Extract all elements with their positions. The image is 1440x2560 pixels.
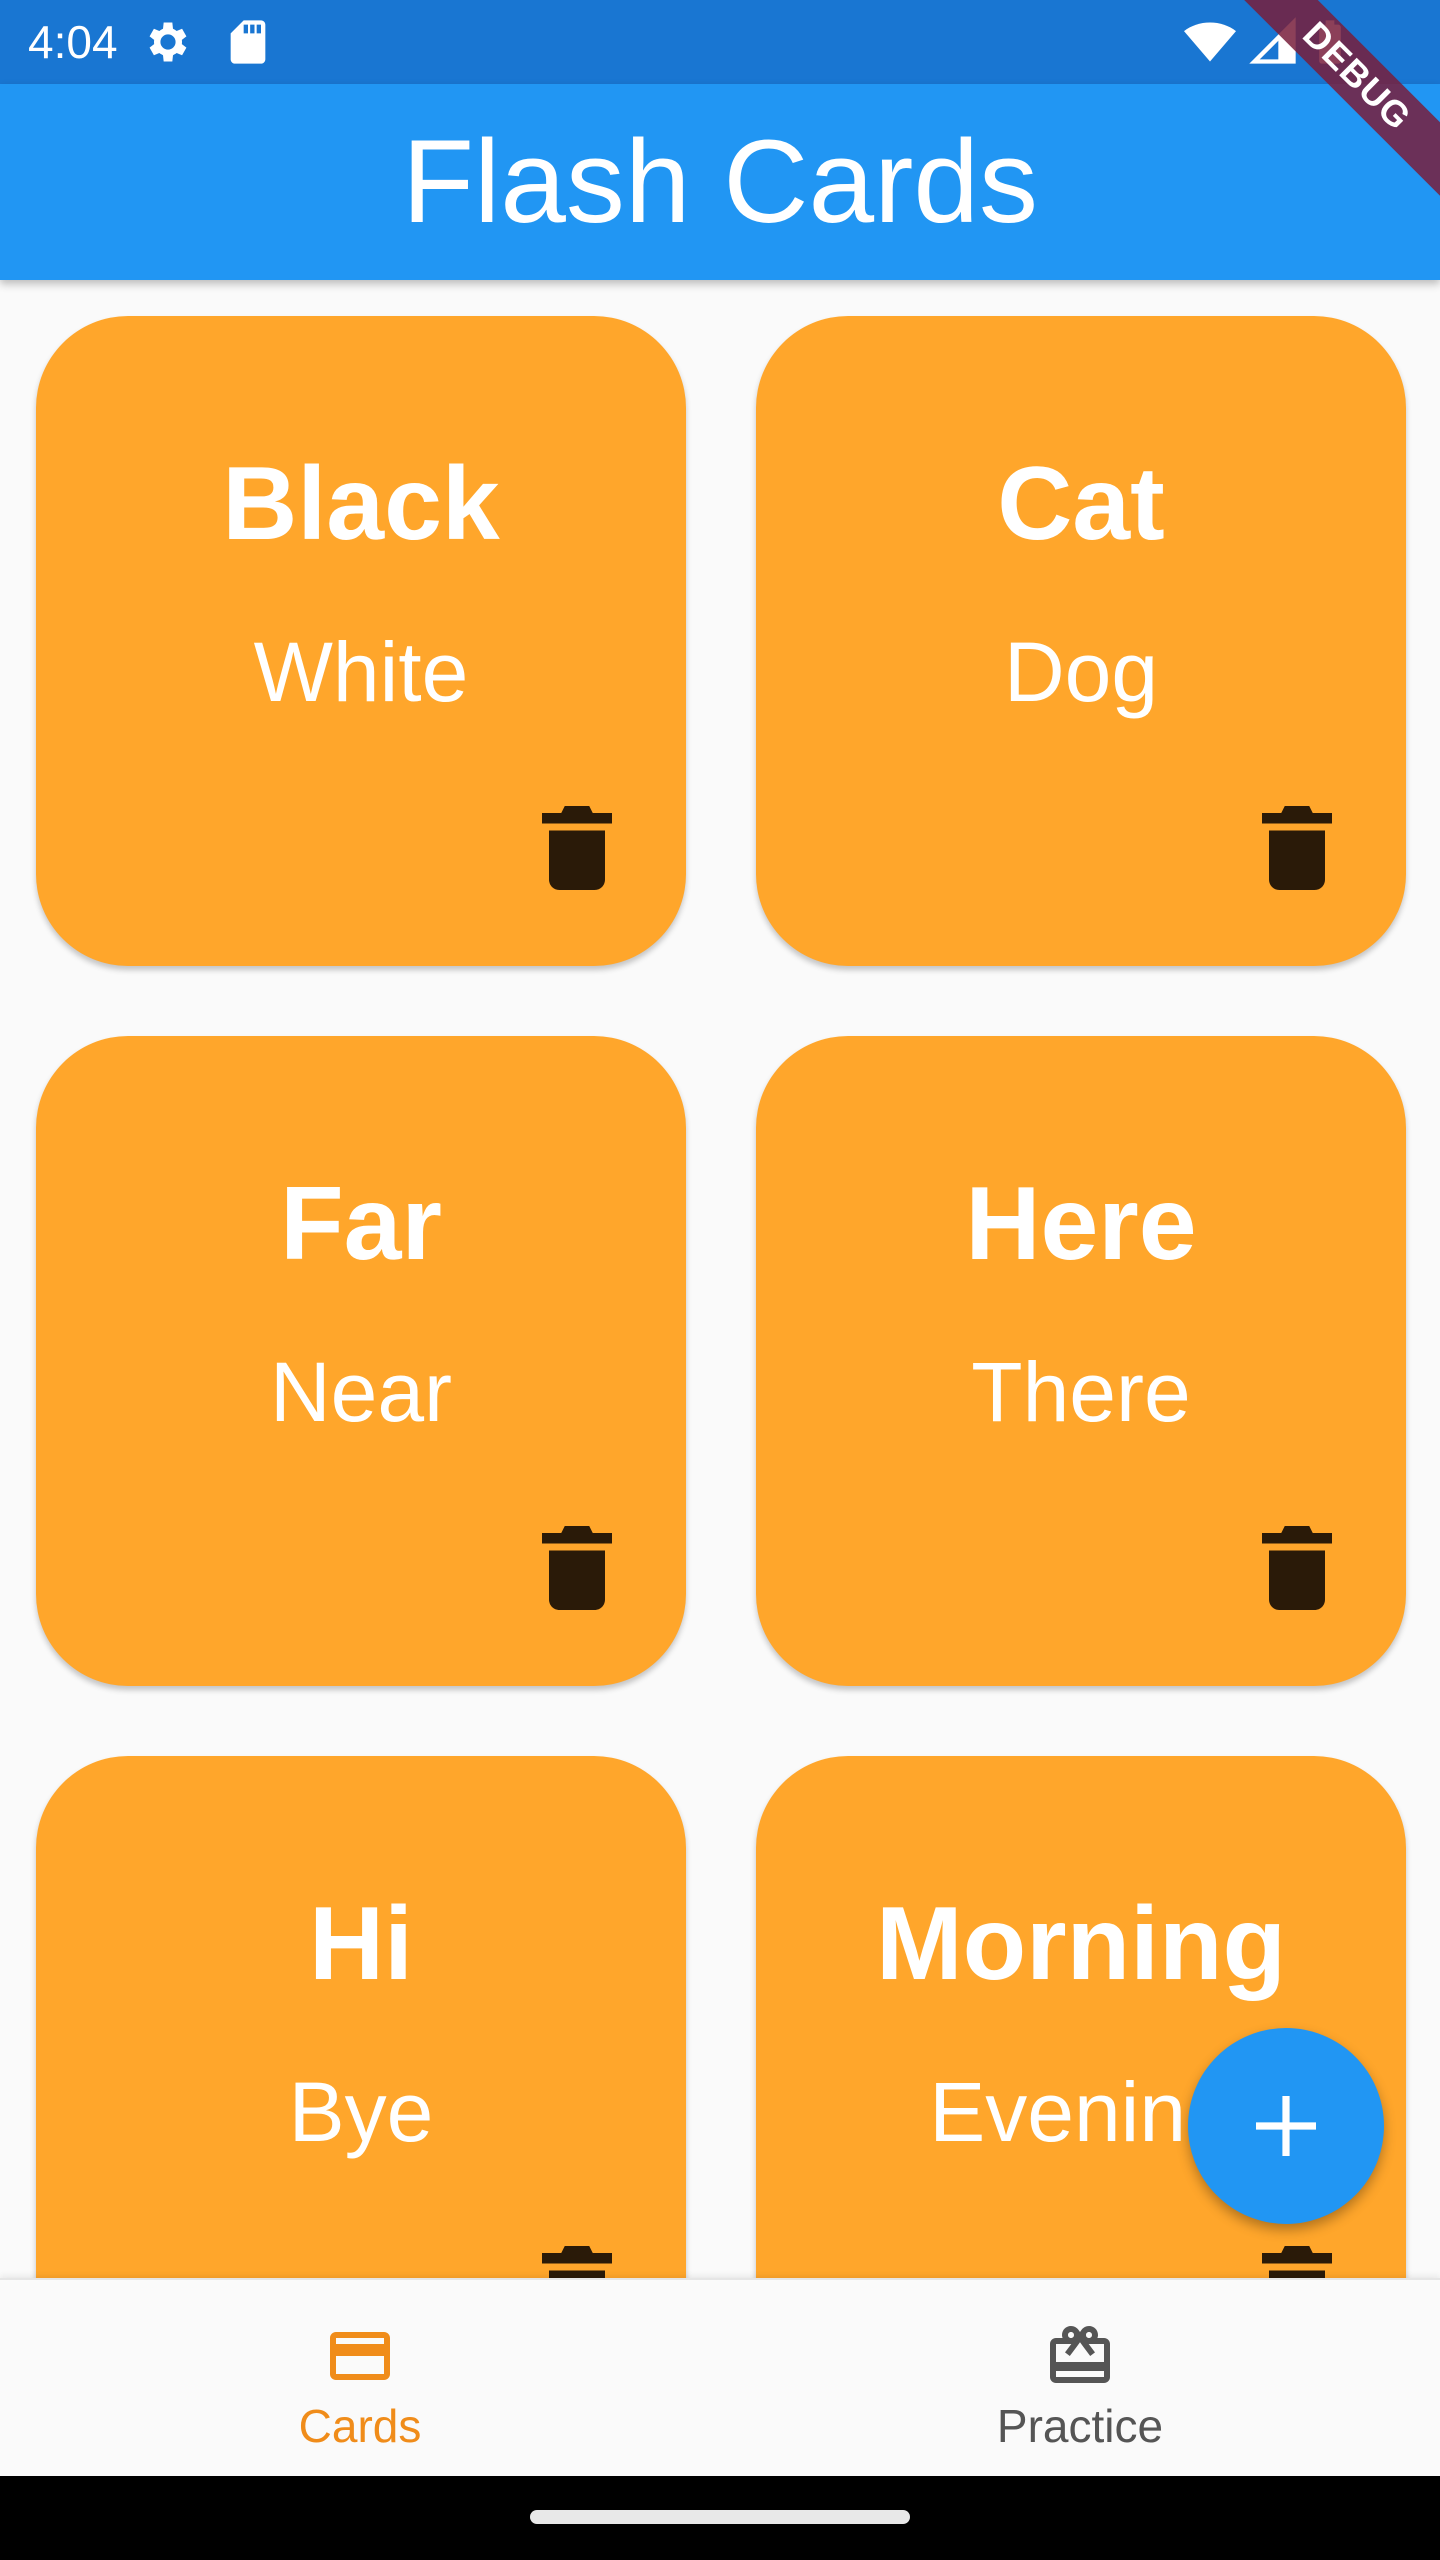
- delete-icon[interactable]: [542, 806, 612, 890]
- credit-card-icon: [288, 2320, 432, 2392]
- delete-icon[interactable]: [1262, 2246, 1332, 2278]
- battery-icon: [1304, 16, 1356, 68]
- bottom-navigation: Cards Practice: [0, 2278, 1440, 2476]
- delete-icon[interactable]: [1262, 1526, 1332, 1610]
- signal-icon: [1248, 16, 1300, 68]
- card-back-text: Dog: [1003, 625, 1159, 719]
- system-navigation-bar: [0, 2474, 1440, 2560]
- card-front-text: Far: [280, 1166, 442, 1282]
- card-front-text: Hi: [309, 1886, 413, 2002]
- nav-item-cards[interactable]: Cards: [0, 2280, 720, 2476]
- card-back-text: White: [253, 625, 469, 719]
- flash-card[interactable]: Far Near: [36, 1036, 686, 1686]
- card-back-text: Bye: [288, 2065, 434, 2159]
- card-grid[interactable]: Black White Cat Dog Far Near Here There …: [0, 280, 1440, 2278]
- settings-icon: [142, 16, 194, 68]
- add-icon: [1256, 2096, 1316, 2156]
- card-back-text: There: [971, 1345, 1191, 1439]
- home-gesture-handle[interactable]: [530, 2510, 910, 2524]
- nav-item-practice[interactable]: Practice: [720, 2280, 1440, 2476]
- status-time: 4:04: [28, 16, 118, 68]
- card-front-text: Black: [222, 446, 500, 562]
- sd-card-icon: [222, 16, 274, 68]
- flash-card[interactable]: Here There: [756, 1036, 1406, 1686]
- nav-label-cards: Cards: [298, 2400, 422, 2452]
- card-front-text: Here: [965, 1166, 1197, 1282]
- nav-label-practice: Practice: [996, 2400, 1164, 2452]
- card-front-text: Cat: [997, 446, 1165, 562]
- flash-card[interactable]: Cat Dog: [756, 316, 1406, 966]
- wifi-icon: [1184, 16, 1236, 68]
- delete-icon[interactable]: [542, 2246, 612, 2278]
- flash-card[interactable]: Black White: [36, 316, 686, 966]
- flash-card[interactable]: Hi Bye: [36, 1756, 686, 2278]
- page-title: Flash Cards: [401, 116, 1039, 248]
- delete-icon[interactable]: [542, 1526, 612, 1610]
- app-bar: Flash Cards: [0, 84, 1440, 280]
- add-card-button[interactable]: [1188, 2028, 1384, 2224]
- delete-icon[interactable]: [1262, 806, 1332, 890]
- card-giftcard-icon: [1008, 2320, 1152, 2392]
- card-front-text: Morning: [875, 1886, 1287, 2002]
- status-bar: 4:04: [0, 0, 1440, 84]
- card-back-text: Near: [269, 1345, 453, 1439]
